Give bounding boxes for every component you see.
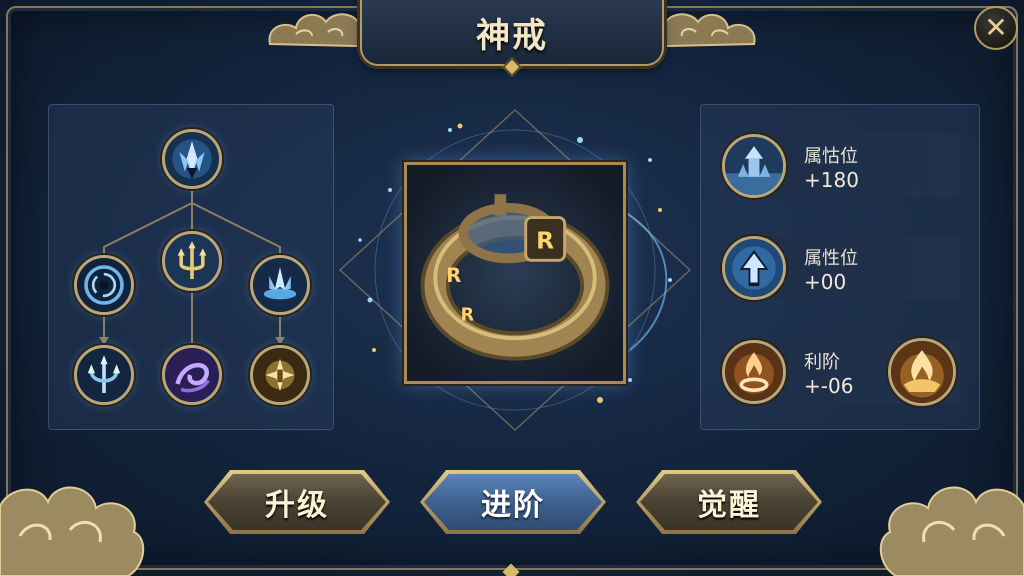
right-frost-skill[interactable] — [250, 255, 310, 315]
rune-ring-icon: R R R — [420, 194, 610, 361]
cloud-ornament-top-left — [268, 13, 368, 48]
title-plate: 神戒 — [360, 0, 664, 66]
center-trident-skill[interactable] — [162, 231, 222, 291]
ice-crown-icon — [165, 132, 219, 186]
close-button[interactable]: ✕ — [974, 6, 1018, 50]
bottom-gem-ornament — [502, 563, 520, 576]
stat-row-2: 属性位 +00 — [722, 236, 960, 300]
stat-row-1: 属怙位 +180 — [722, 134, 960, 198]
skill-tree-panel — [48, 104, 334, 430]
stat-label: 利阶 — [804, 352, 840, 373]
frost-burst-icon — [253, 258, 307, 312]
golden-flame-icon[interactable] — [888, 338, 956, 406]
stat-row-3: 利阶 +-06 — [722, 338, 960, 406]
ice-trident-icon — [77, 348, 131, 402]
upgrade-button[interactable]: 升级 — [208, 474, 386, 530]
arrow-up-icon — [722, 236, 786, 300]
arcane-swirl-icon — [165, 348, 219, 402]
rune-glyph-main: R — [536, 227, 554, 255]
stat-value: +-06 — [804, 374, 854, 398]
golden-sigil-icon — [253, 348, 307, 402]
left-vortex-skill[interactable] — [74, 255, 134, 315]
cloud-ornament-top-right — [656, 13, 756, 48]
top-crystal-skill[interactable] — [162, 129, 222, 189]
flame-ring-icon — [722, 340, 786, 404]
stat-label: 属性位 — [804, 248, 858, 269]
page-title: 神戒 — [476, 15, 548, 56]
trident-icon — [165, 234, 219, 288]
right-sigil-skill[interactable] — [250, 345, 310, 405]
cloud-ornament-bottom-right — [880, 486, 1024, 576]
rune-glyph-left: R — [446, 264, 461, 287]
vortex-icon — [77, 258, 131, 312]
rune-glyph-lower: R — [461, 306, 475, 326]
item-display-frame[interactable]: R R R — [404, 162, 626, 384]
stat-label: 属怙位 — [804, 146, 858, 167]
stat-value: +00 — [804, 270, 847, 294]
cloud-ornament-bottom-left — [0, 486, 144, 576]
advance-button[interactable]: 进阶 — [424, 474, 602, 530]
awaken-button[interactable]: 觉醒 — [640, 474, 818, 530]
stat-value: +180 — [804, 168, 859, 192]
center-swirl-skill[interactable] — [162, 345, 222, 405]
temple-icon — [722, 134, 786, 198]
left-trident-skill[interactable] — [74, 345, 134, 405]
